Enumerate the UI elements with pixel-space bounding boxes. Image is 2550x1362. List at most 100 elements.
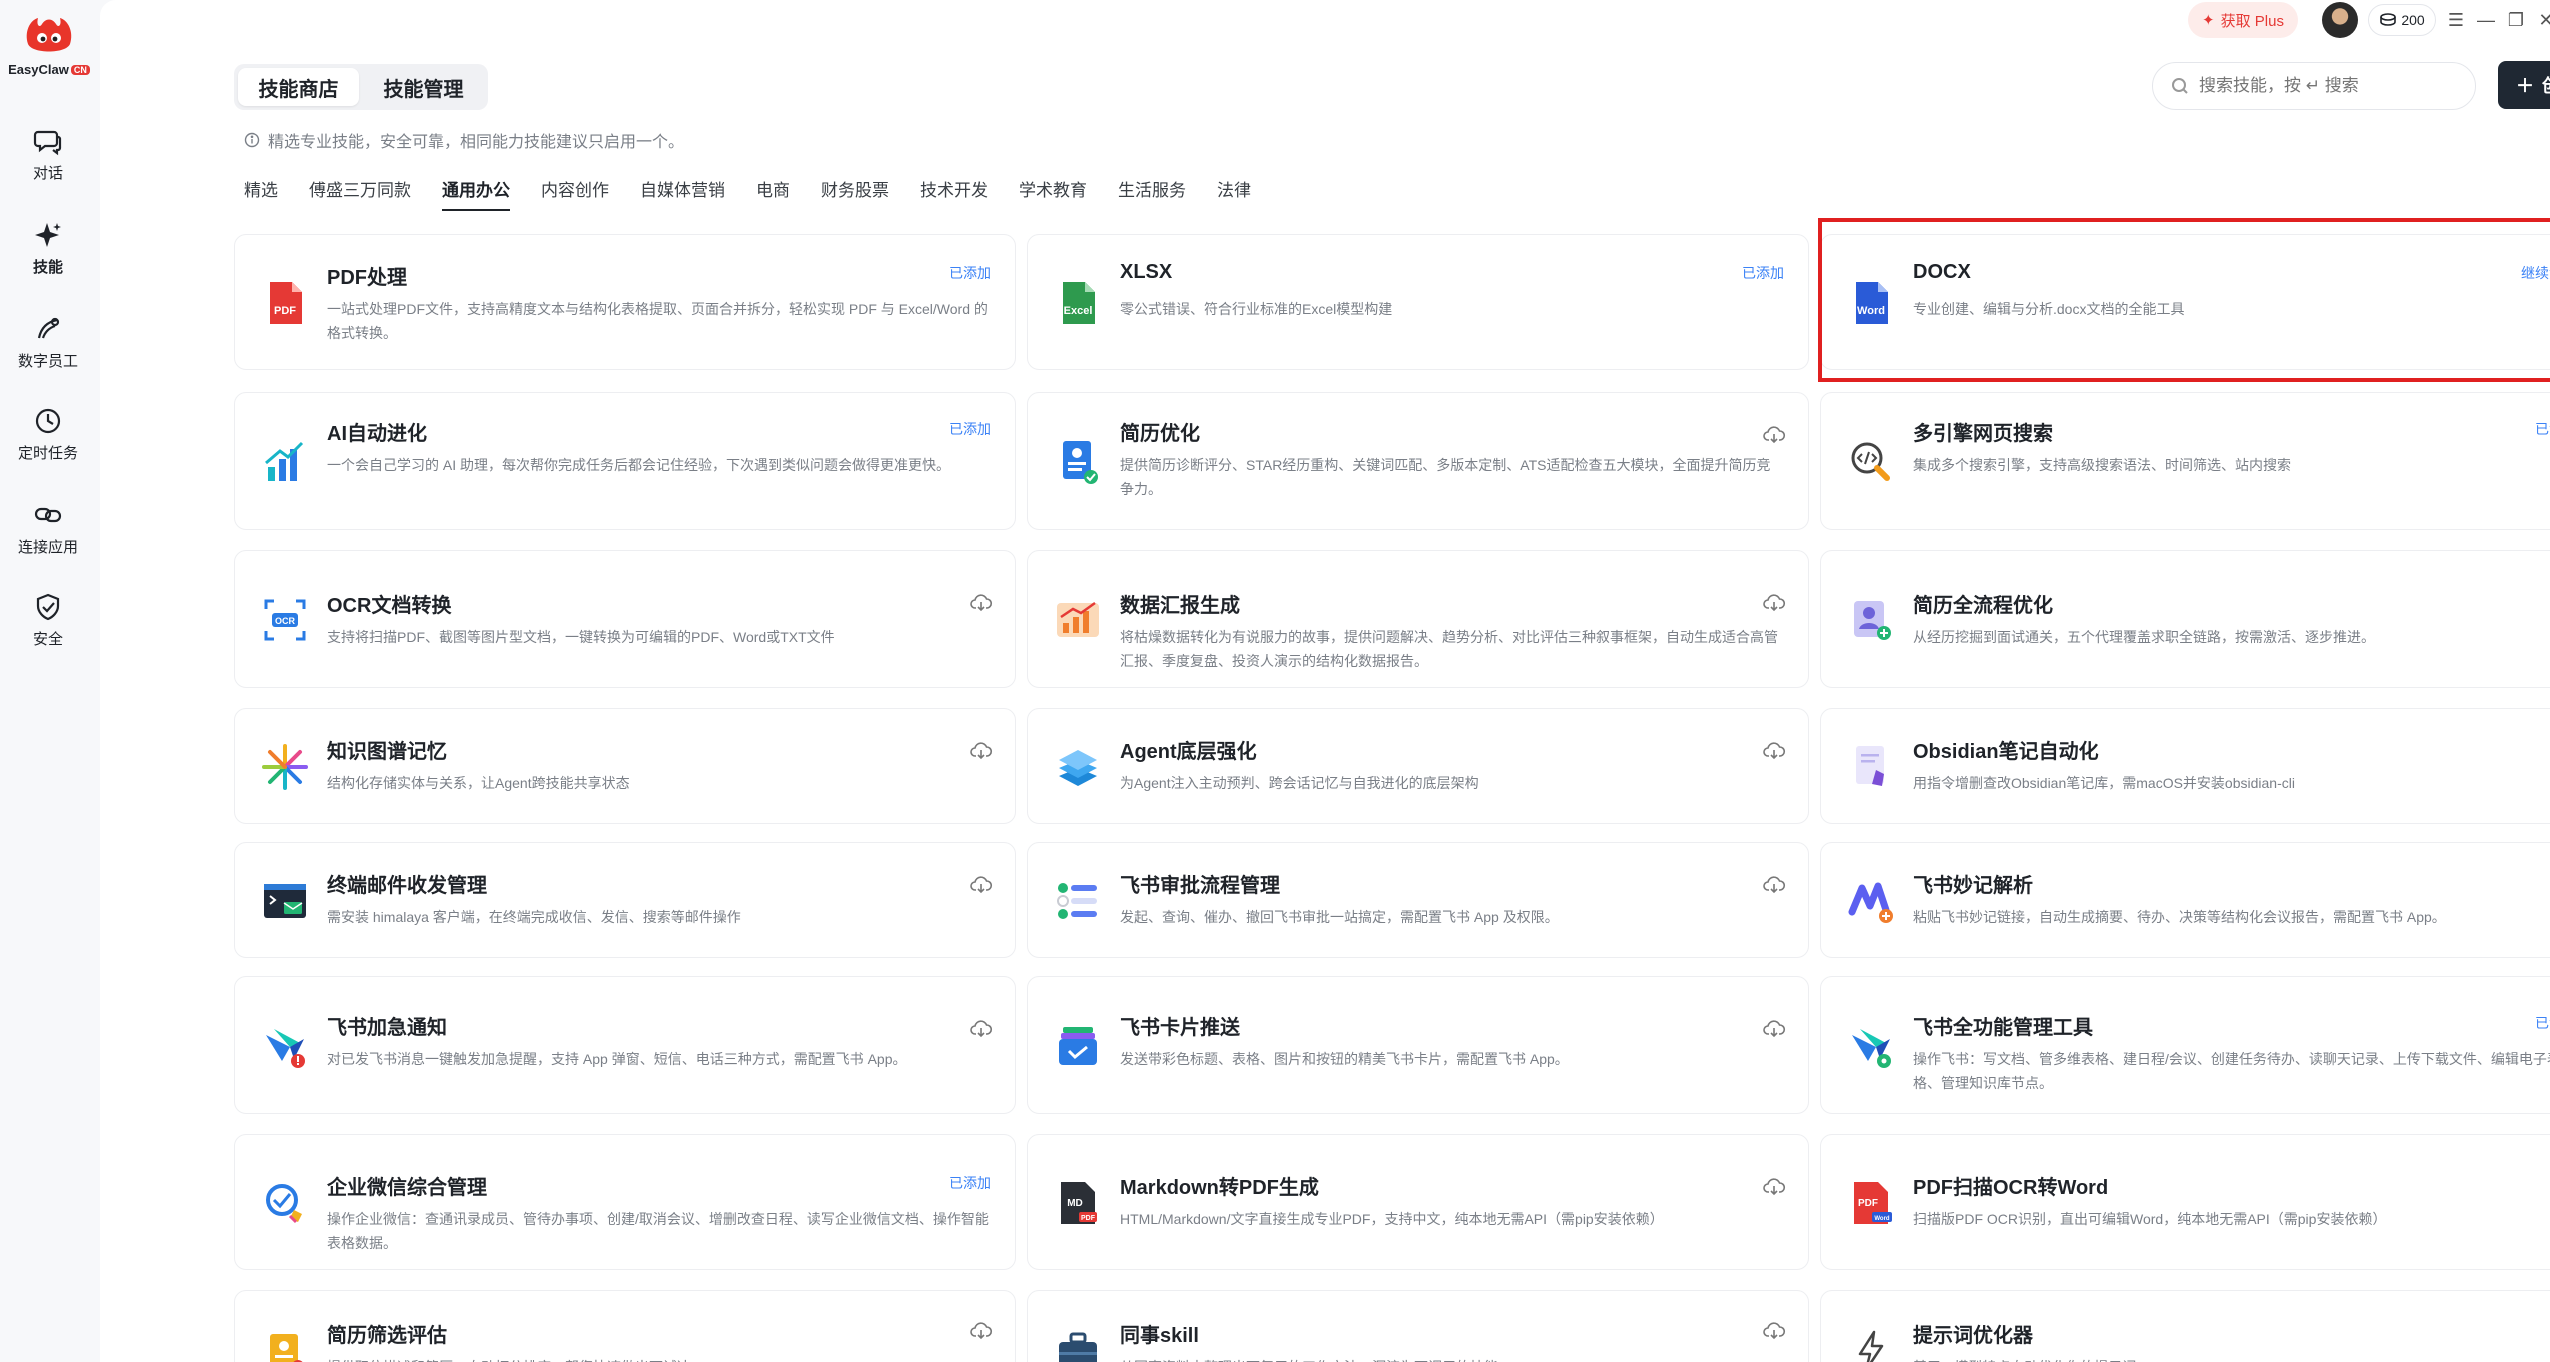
category-tab[interactable]: 生活服务 <box>1118 176 1186 211</box>
info-icon <box>244 132 260 148</box>
skill-card[interactable]: 飞书卡片推送 发送带彩色标题、表格、图片和按钮的精美飞书卡片，需配置飞书 App。 <box>1027 976 1809 1114</box>
get-plus-button[interactable]: ✦ 获取 Plus <box>2188 2 2298 38</box>
category-tab[interactable]: 自媒体营销 <box>640 176 725 211</box>
code-search-icon <box>1845 436 1897 488</box>
cloud-download-icon[interactable] <box>969 873 993 897</box>
chat-icon <box>33 130 62 156</box>
cloud-download-icon[interactable] <box>1762 1017 1786 1041</box>
skill-card[interactable]: 数据汇报生成 将枯燥数据转化为有说服力的故事，提供问题解决、趋势分析、对比评估三种… <box>1027 550 1809 688</box>
cloud-download-icon[interactable] <box>1762 739 1786 763</box>
cloud-download-icon[interactable] <box>1762 423 1786 447</box>
skill-card[interactable]: 企业微信综合管理 操作企业微信：查通讯录成员、管待办事项、创建/取消会议、增删改查… <box>234 1134 1016 1270</box>
skill-title: 数据汇报生成 <box>1120 595 1240 617</box>
sidebar-item-chat[interactable]: 对话 <box>0 126 96 206</box>
skill-card[interactable]: 知识图谱记忆 结构化存储实体与关系，让Agent跨技能共享状态 <box>234 708 1016 824</box>
skill-status-badge[interactable]: 已添加 <box>949 419 991 439</box>
skill-title: 同事skill <box>1120 1325 1199 1347</box>
terminal-mail-icon <box>259 875 311 927</box>
sidebar-item-security[interactable]: 安全 <box>0 592 96 672</box>
category-tab[interactable]: 精选 <box>244 176 278 211</box>
skill-card[interactable]: Word DOCX 专业创建、编辑与分析.docx文档的全能工具 继续添加 <box>1820 234 2550 370</box>
skill-title: 飞书全功能管理工具 <box>1913 1017 2093 1039</box>
skill-card[interactable]: OCR OCR文档转换 支持将扫描PDF、截图等图片型文档，一键转换为可编辑的PDF… <box>234 550 1016 688</box>
excel-icon: Excel <box>1052 277 1104 329</box>
skill-card[interactable]: 飞书加急通知 对已发飞书消息一键触发加急提醒，支持 App 弹窗、短信、电话三种方… <box>234 976 1016 1114</box>
skill-status-badge[interactable]: 已添加 <box>949 1173 991 1193</box>
category-tab[interactable]: 财务股票 <box>821 176 889 211</box>
markdown-pdf-icon: MD PDF <box>1052 1177 1104 1229</box>
coin-count: 200 <box>2401 12 2425 28</box>
skill-status-badge[interactable]: 已添加 <box>2535 1013 2550 1033</box>
skill-card[interactable]: 飞书妙记解析 粘贴飞书妙记链接，自动生成摘要、待办、决策等结构化会议报告，需配置飞… <box>1820 842 2550 958</box>
cloud-download-icon[interactable] <box>969 739 993 763</box>
skill-card[interactable]: PDF PDF处理 一站式处理PDF文件，支持高精度文本与结构化表格提取、页面合并拆… <box>234 234 1016 370</box>
svg-text:Word: Word <box>1874 1216 1890 1222</box>
search-input[interactable] <box>2199 76 2459 96</box>
skill-description: 支持将扫描PDF、截图等图片型文档，一键转换为可编辑的PDF、Word或TXT文… <box>327 629 835 645</box>
cloud-download-icon[interactable] <box>1762 873 1786 897</box>
skill-card[interactable]: AI自动进化 一个会自己学习的 AI 助理，每次帮你完成任务后都会记住经验，下次遇… <box>234 392 1016 530</box>
category-tab[interactable]: 傅盛三万同款 <box>309 176 411 211</box>
cloud-download-icon[interactable] <box>1762 1175 1786 1199</box>
skill-status-badge[interactable]: 继续添加 <box>2521 263 2550 283</box>
skill-card[interactable]: 简历优化 提供简历诊断评分、STAR经历重构、关键词匹配、多版本定制、ATS适配检… <box>1027 392 1809 530</box>
category-tab[interactable]: 技术开发 <box>920 176 988 211</box>
restore-icon[interactable]: ❐ <box>2502 6 2530 34</box>
create-skill-button[interactable]: ＋ 创建技能 <box>2498 61 2550 109</box>
skill-card[interactable]: MD PDF Markdown转PDF生成 HTML/Markdown/文字直接生成专… <box>1027 1134 1809 1270</box>
create-skill-label: 创建技能 <box>2542 72 2550 98</box>
cloud-download-icon[interactable] <box>1762 591 1786 615</box>
minimize-icon[interactable]: — <box>2472 6 2500 34</box>
skill-status-badge[interactable]: 已添加 <box>1742 263 1784 283</box>
skill-status-badge[interactable]: 已添加 <box>2535 419 2550 439</box>
sidebar-item-digital-staff[interactable]: 数字员工 <box>0 314 96 394</box>
menu-icon[interactable]: ☰ <box>2442 6 2470 34</box>
report-chart-icon <box>1052 594 1104 646</box>
skill-title: 飞书卡片推送 <box>1120 1017 1240 1039</box>
svg-text:PDF: PDF <box>1858 1198 1878 1209</box>
sidebar-item-scheduled-tasks[interactable]: 定时任务 <box>0 406 96 486</box>
skill-card[interactable]: Agent底层强化 为Agent注入主动预判、跨会话记忆与自我进化的底层架构 <box>1027 708 1809 824</box>
skill-description: 扫描版PDF OCR识别，直出可编辑Word，纯本地无需API（需pip安装依赖… <box>1913 1211 2387 1227</box>
wecom-icon <box>259 1177 311 1229</box>
category-tab[interactable]: 内容创作 <box>541 176 609 211</box>
sidebar-item-connect-apps[interactable]: 连接应用 <box>0 500 96 580</box>
skill-status-badge[interactable]: 已添加 <box>949 263 991 283</box>
skill-card[interactable]: 飞书审批流程管理 发起、查询、催办、撤回飞书审批一站搞定，需配置飞书 App 及权… <box>1027 842 1809 958</box>
resume-icon <box>1052 436 1104 488</box>
skill-card[interactable]: 同事skill 从同事资料中整理出可复用的工作方法，沉淀为可调用的技能... <box>1027 1290 1809 1362</box>
cloud-download-icon[interactable] <box>969 1319 993 1343</box>
skill-card[interactable]: PDF Word PDF扫描OCR转Word 扫描版PDF OCR识别，直出可编辑Wo… <box>1820 1134 2550 1270</box>
skill-card[interactable]: 多引擎网页搜索集成多个搜索引擎，支持高级搜索语法、时间筛选、站内搜索 已添加 <box>1820 392 2550 530</box>
cloud-download-icon[interactable] <box>969 1017 993 1041</box>
category-tab-active[interactable]: 通用办公 <box>442 176 510 211</box>
skill-card[interactable]: 简历筛选评估提供职位描述和简历，自动打分排序，帮您快速做出面试决... <box>234 1290 1016 1362</box>
tab-skill-management[interactable]: 技能管理 <box>363 68 484 106</box>
skill-title: Markdown转PDF生成 <box>1120 1177 1319 1199</box>
skill-card[interactable]: 提示词优化器基于AI模型特点自动优化你的提示词... <box>1820 1290 2550 1362</box>
category-tab[interactable]: 学术教育 <box>1019 176 1087 211</box>
plus-icon: ＋ <box>2516 76 2534 96</box>
category-tab[interactable]: 法律 <box>1217 176 1251 211</box>
close-icon[interactable]: ✕ <box>2532 6 2550 34</box>
bar-chart-icon <box>259 436 311 488</box>
sidebar-item-skills[interactable]: 技能 <box>0 220 96 300</box>
skill-card[interactable]: 飞书全功能管理工具 操作飞书：写文档、管多维表格、建日程/会议、创建任务待办、读聊… <box>1820 976 2550 1114</box>
skill-card[interactable]: 终端邮件收发管理 需安装 himalaya 客户端，在终端完成收信、发信、搜索等邮… <box>234 842 1016 958</box>
coin-balance[interactable]: 200 <box>2368 4 2436 36</box>
category-tab[interactable]: 电商 <box>756 176 790 211</box>
skill-card[interactable]: 简历全流程优化 从经历挖掘到面试通关，五个代理覆盖求职全链路，按需激活、逐步推进。 <box>1820 550 2550 688</box>
shield-icon <box>36 593 60 621</box>
tab-skill-store[interactable]: 技能商店 <box>238 68 359 106</box>
cloud-download-icon[interactable] <box>969 591 993 615</box>
skill-description: 提供职位描述和简历，自动打分排序，帮您快速做出面试决... <box>327 1355 991 1362</box>
skill-card[interactable]: Obsidian笔记自动化 用指令增删查改Obsidian笔记库，需macOS并安… <box>1820 708 2550 824</box>
skill-description: 零公式错误、符合行业标准的Excel模型构建 <box>1120 301 1393 317</box>
cloud-download-icon[interactable] <box>1762 1319 1786 1343</box>
pdf-icon: PDF <box>259 277 311 329</box>
skill-card[interactable]: Excel XLSX 零公式错误、符合行业标准的Excel模型构建 已添加 <box>1027 234 1809 370</box>
skill-title: PDF扫描OCR转Word <box>1913 1177 2109 1199</box>
app-logo[interactable]: EasyClaw CN <box>8 14 90 86</box>
skill-title: 提示词优化器 <box>1913 1325 2033 1347</box>
avatar[interactable] <box>2322 2 2358 38</box>
